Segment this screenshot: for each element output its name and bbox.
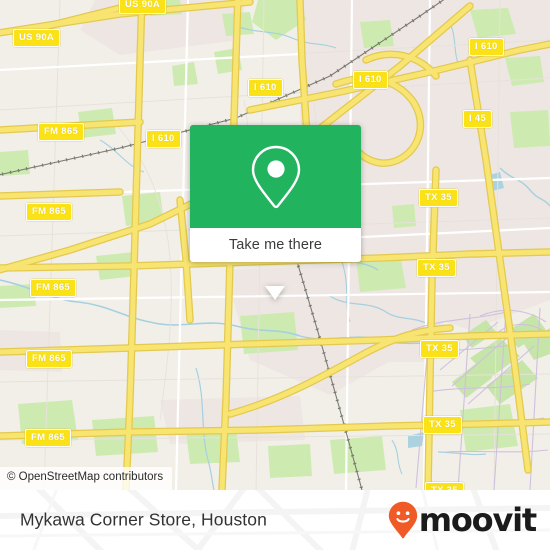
take-me-there-button[interactable]: Take me there xyxy=(229,238,322,253)
road-shield: FM 865 xyxy=(26,203,73,221)
popup-body[interactable]: Take me there xyxy=(190,228,361,262)
moovit-map-page: .urban { fill:#eee6e2; } .park { fill:#c… xyxy=(0,0,550,550)
moovit-logo[interactable]: moovit xyxy=(388,501,537,539)
popup-tail-pointer xyxy=(265,286,285,300)
popup-header xyxy=(190,125,361,228)
footer-bar: Mykawa Corner Store, Houston moovit xyxy=(0,490,550,550)
road-shield: I 610 xyxy=(353,71,388,89)
moovit-wordmark: moovit xyxy=(418,501,537,539)
road-shield: TX 35 xyxy=(425,482,464,490)
road-shield: TX 35 xyxy=(423,416,462,434)
location-popup-card[interactable]: Take me there xyxy=(190,125,361,300)
road-shield: I 610 xyxy=(469,38,504,56)
map-pin-icon xyxy=(251,145,300,208)
road-shield: I 610 xyxy=(248,79,283,97)
osm-attribution[interactable]: © OpenStreetMap contributors xyxy=(0,467,173,490)
road-shield: TX 35 xyxy=(420,340,459,358)
page-title: Mykawa Corner Store, Houston xyxy=(20,509,267,530)
moovit-pin-icon xyxy=(388,501,417,539)
road-shield: FM 865 xyxy=(30,279,77,297)
road-shield: FM 865 xyxy=(25,429,72,447)
road-shield: I 610 xyxy=(146,130,181,148)
road-shield: US 90A xyxy=(119,0,167,14)
road-shield: I 45 xyxy=(463,110,493,128)
road-shield: FM 865 xyxy=(38,123,85,141)
road-shield: FM 865 xyxy=(26,350,73,368)
road-shield: US 90A xyxy=(13,29,61,47)
road-shield: TX 35 xyxy=(417,259,456,277)
road-shield: TX 35 xyxy=(419,189,458,207)
map-canvas[interactable]: .urban { fill:#eee6e2; } .park { fill:#c… xyxy=(0,0,550,490)
